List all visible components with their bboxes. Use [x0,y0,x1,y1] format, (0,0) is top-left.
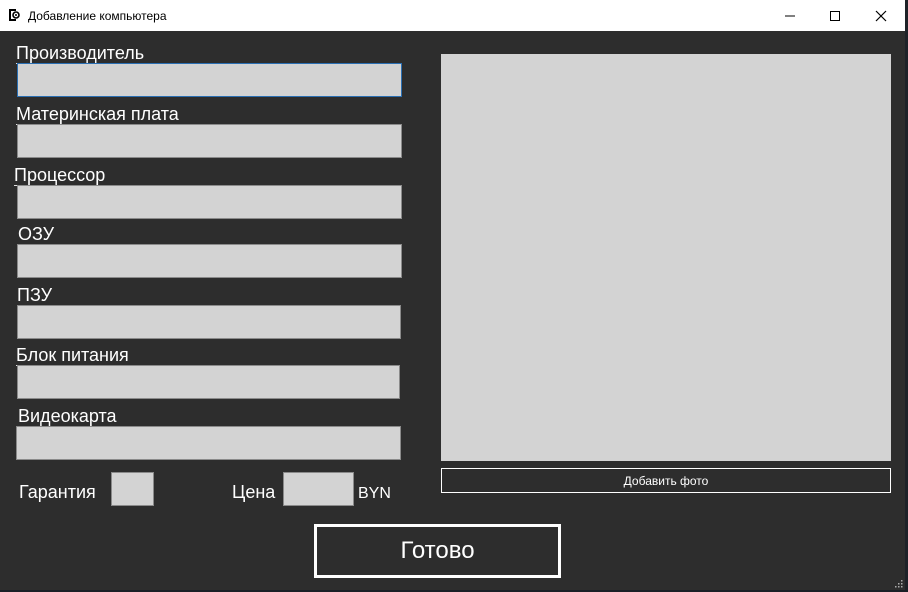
rom-input[interactable] [17,305,401,339]
motherboard-input[interactable] [17,124,402,158]
add-photo-button[interactable]: Добавить фото [441,468,891,493]
title-bar: Добавление компьютера [0,0,905,31]
processor-label: Процессор [14,165,112,186]
power-supply-label: Блок питания [16,345,135,366]
graphics-card-input[interactable] [16,426,401,460]
app-icon [9,9,20,21]
warranty-input[interactable] [111,472,154,506]
warranty-label: Гарантия [19,482,96,502]
currency-label: BYN [358,485,391,502]
minimize-icon [785,15,795,16]
graphics-card-label: Видеокарта [18,406,123,427]
close-icon [875,10,887,21]
ram-label: ОЗУ [18,224,61,245]
motherboard-label: Материнская плата [16,104,185,125]
minimize-button[interactable] [767,0,813,31]
window-title: Добавление компьютера [28,9,167,23]
ram-input[interactable] [17,244,402,278]
manufacturer-label: Производитель [16,43,151,64]
manufacturer-input[interactable] [17,63,402,97]
done-button[interactable]: Готово [314,524,561,578]
resize-grip-icon[interactable] [893,578,903,588]
maximize-button[interactable] [812,0,858,31]
price-label: Цена [232,482,276,502]
close-button[interactable] [858,0,904,31]
price-input[interactable] [283,472,354,506]
rom-label: ПЗУ [17,285,59,306]
photo-preview [441,54,891,461]
maximize-icon [830,10,840,21]
processor-input[interactable] [17,185,402,219]
add-computer-window: Добавление компьютера Производитель Мате… [0,0,905,590]
power-supply-input[interactable] [17,365,400,399]
